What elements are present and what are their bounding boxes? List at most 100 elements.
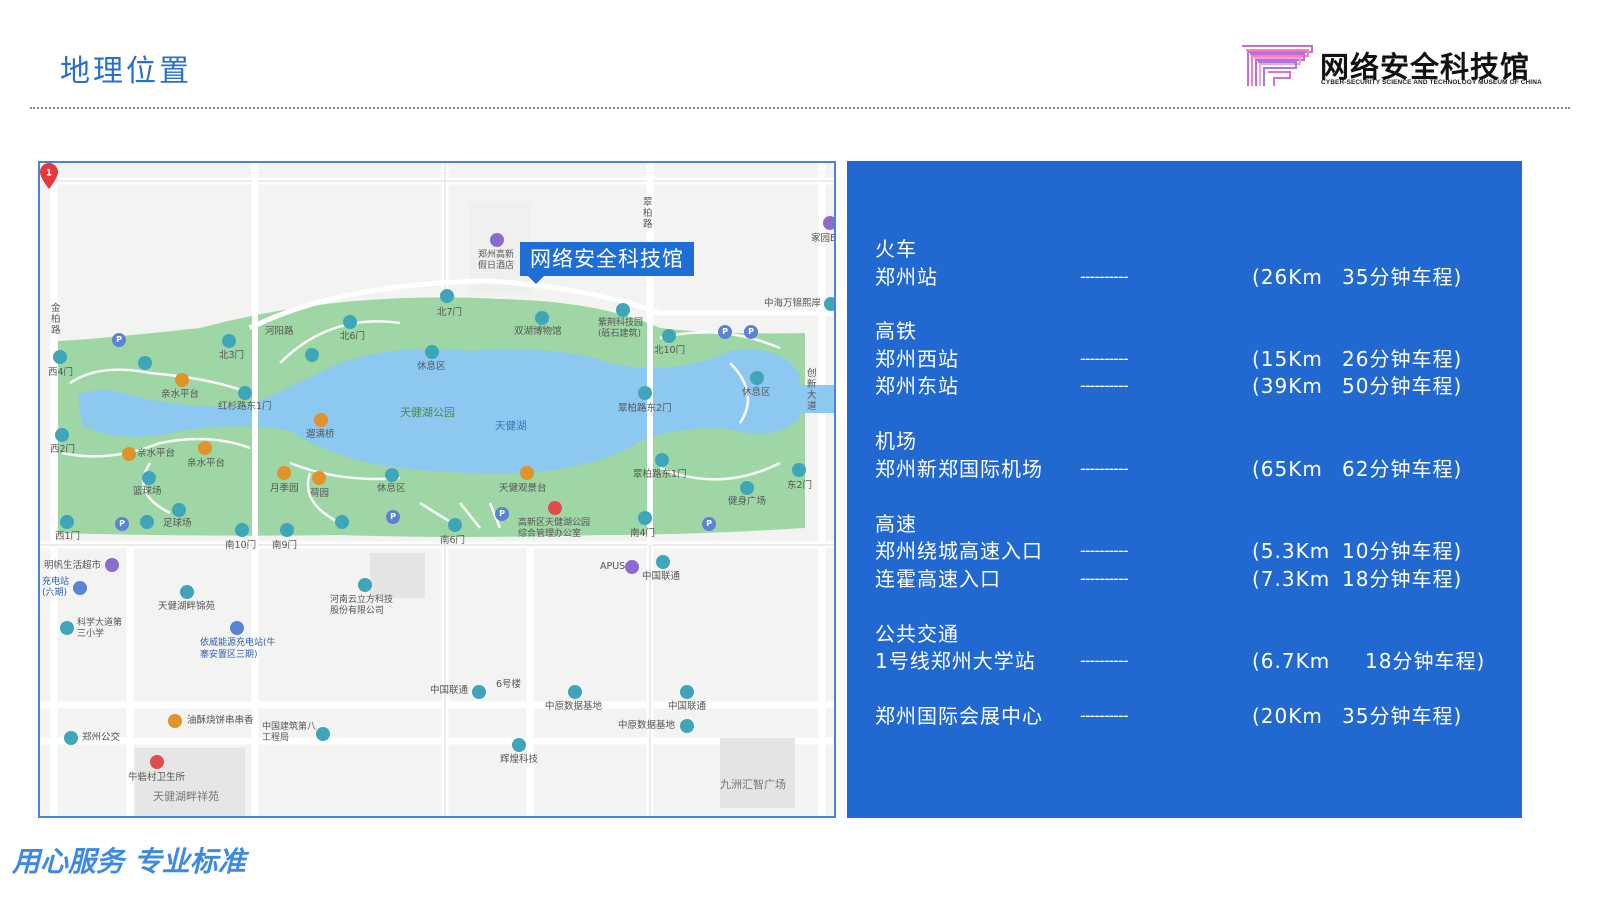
parking-icon[interactable]: P [495,507,509,521]
airport-time: 62分钟车程) [1342,457,1463,481]
gate-poi-icon[interactable] [55,428,69,442]
gate-poi-icon[interactable] [440,289,454,303]
toilet-icon[interactable] [335,515,349,529]
parking-icon[interactable]: P [744,325,758,339]
gate-poi-icon[interactable] [222,334,236,348]
bridge-icon[interactable] [314,413,328,427]
map-label-yingshui2: 亲水平台 [137,448,176,459]
map-label-henan-cloud: 河南云立方科技股份有限公司 [330,595,394,616]
logo-name-en: CYBER-SECURITY SCIENCE AND TECHNOLOGY MU… [1321,79,1542,86]
map-label-building6: 6号楼 [496,679,522,690]
football-icon[interactable] [172,503,186,517]
map-label-tianjian-xiangyuan: 天健湖畔祥苑 [153,790,219,803]
museum-poi-icon[interactable] [535,311,549,325]
huiyao-poi-icon[interactable] [512,738,526,752]
map-label-north6: 北6门 [340,331,366,342]
garden-icon[interactable] [277,466,291,480]
map-label-south4: 南4门 [630,528,656,539]
unicom-poi-icon[interactable] [680,685,694,699]
hsr-east-distance: (39Km [1252,374,1323,398]
gate-poi-icon[interactable] [280,523,294,537]
home-poi-icon[interactable] [823,216,834,230]
toilet-icon[interactable] [138,356,152,370]
company-poi-icon[interactable] [358,578,372,592]
basketball-icon[interactable] [142,471,156,485]
map-label-huiyao: 辉煌科技 [500,754,539,765]
hsr-east-name: 郑州东站 [875,374,959,398]
datacenter-poi-icon[interactable] [568,685,582,699]
parking-icon[interactable]: P [702,517,716,531]
office-icon[interactable] [548,501,562,515]
poi-icon[interactable] [824,297,834,311]
parking-icon[interactable]: P [112,333,126,347]
map-label-cuibai-road: 翠柏路 [643,197,653,230]
restaurant-icon[interactable] [168,714,182,728]
map-label-west4: 西4门 [48,367,74,378]
rest-area-icon[interactable] [425,345,439,359]
viewpoint-icon[interactable] [122,447,136,461]
rest-area-icon[interactable] [750,371,764,385]
page-title: 地理位置 [60,54,192,89]
garden-poi-icon[interactable] [180,585,194,599]
map-label-tianjian-garden: 天健湖畔锦苑 [158,601,216,612]
map-label-hexiang-road: 河阳路 [265,326,294,337]
map-label-north3: 北3门 [219,350,245,361]
gate-poi-icon[interactable] [655,453,669,467]
gate-poi-icon[interactable] [448,518,462,532]
hotel-poi-icon[interactable] [490,233,504,247]
toilet-icon[interactable] [140,515,154,529]
map-label-hepu: 荷园 [310,488,330,499]
footer-slogan: 用心服务 专业标准 [12,845,246,878]
unicom-poi-icon[interactable] [656,555,670,569]
gate-poi-icon[interactable] [638,386,652,400]
map-label-yingshui3: 亲水平台 [187,458,226,469]
map-label-office: 高新区天健湖公园综合管理办公室 [518,518,591,539]
map-label-observe: 天健观景台 [499,483,547,494]
train-station-name: 郑州站 [875,265,938,289]
gate-poi-icon[interactable] [235,523,249,537]
fitness-icon[interactable] [740,481,754,495]
parking-icon[interactable]: P [718,325,732,339]
rest-area-icon[interactable] [385,468,399,482]
bus-poi-icon[interactable] [64,731,78,745]
viewpoint-icon[interactable] [198,441,212,455]
category-expressway: 高速 [875,512,917,536]
garden-icon[interactable] [312,471,326,485]
observation-icon[interactable] [520,466,534,480]
gate-poi-icon[interactable] [662,329,676,343]
gate-poi-icon[interactable] [53,350,67,364]
parking-icon[interactable]: P [115,517,129,531]
metro-name: 1号线郑州大学站 [875,649,1036,673]
unicom-poi-icon[interactable] [472,685,486,699]
museum-location-callout[interactable]: 网络安全科技馆 [520,242,694,284]
gate-poi-icon[interactable] [238,386,252,400]
apus-icon[interactable] [625,560,639,574]
zijing-poi-icon[interactable] [616,303,630,317]
location-pin-icon[interactable]: 1 [40,163,58,189]
parking-icon[interactable]: P [386,510,400,524]
ring-expressway-distance: (5.3Km [1252,539,1331,563]
ring-expressway-time: 10分钟车程) [1342,539,1463,563]
gate-poi-icon[interactable] [792,463,806,477]
gate-poi-icon[interactable] [343,315,357,329]
charging-icon[interactable] [230,621,244,635]
cscec-poi-icon[interactable] [316,727,330,741]
map-label-basketball: 篮球场 [133,486,162,497]
gate-poi-icon[interactable] [60,515,74,529]
lianhuo-expressway-dash: ---------- [1080,569,1129,588]
datacenter-poi-icon[interactable] [680,719,694,733]
map-label-zhongyuan2: 中原数据基地 [618,720,676,731]
hsr-west-name: 郑州西站 [875,347,959,371]
school-poi-icon[interactable] [60,621,74,635]
toilet-icon[interactable] [305,348,319,362]
clinic-icon[interactable] [150,755,164,769]
map-label-south10: 南10门 [225,540,257,551]
viewpoint-icon[interactable] [175,373,189,387]
hsr-east-dash: ---------- [1080,376,1129,395]
supermarket-icon[interactable] [105,558,119,572]
map-label-unicom1: 中国联通 [642,571,681,582]
map-label-youtiao: 油酥烧饼串串香 [187,715,254,726]
gate-poi-icon[interactable] [638,511,652,525]
location-map[interactable]: P P P P P P P 郑州高新假日酒店 家园E 中海万锦熙岸 翠柏路 金柏… [38,161,836,818]
museum-logo: 网络安全科技馆 CYBER-SECURITY SCIENCE AND TECHN… [1238,42,1548,92]
